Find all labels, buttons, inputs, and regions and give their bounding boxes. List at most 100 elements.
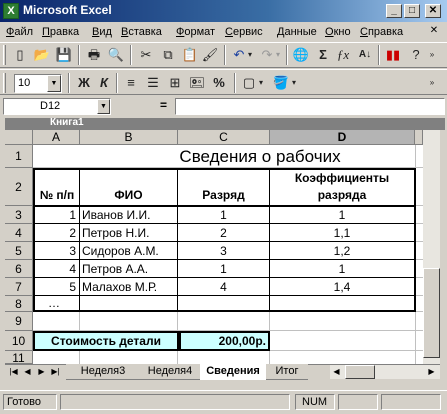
cell-coef[interactable]: 1,2	[270, 242, 414, 259]
cell-grade[interactable]: 1	[178, 260, 269, 277]
sheet-tab[interactable]: Итог	[266, 364, 308, 380]
cell-name[interactable]: Иванов И.И.	[82, 206, 177, 223]
header-grade[interactable]: Разряд	[178, 186, 269, 204]
percent-icon[interactable]: %	[208, 72, 230, 94]
cell-number[interactable]: 2	[35, 224, 76, 241]
row-header[interactable]: 11	[5, 351, 33, 365]
cell-name[interactable]: Петров Н.И.	[82, 224, 177, 241]
maximize-button[interactable]: □	[404, 4, 420, 18]
row-header[interactable]: 4	[5, 224, 33, 242]
redo-dropdown-icon[interactable]: ▾	[273, 44, 283, 66]
cell-grade[interactable]: 2	[178, 224, 269, 241]
sheet-tab[interactable]: Неделя3	[66, 364, 140, 380]
cell-grade[interactable]: 3	[178, 242, 269, 259]
borders-dropdown-icon[interactable]: ▾	[256, 72, 266, 94]
cost-label[interactable]: Стоимость детали	[36, 333, 176, 349]
excel-app-icon[interactable]: X	[3, 3, 19, 19]
cell-grade[interactable]: 1	[178, 206, 269, 223]
cell-coef[interactable]: 1	[270, 260, 414, 277]
column-header[interactable]: A	[33, 130, 80, 145]
hyperlink-icon[interactable]: 🌐	[290, 44, 312, 66]
menu-insert[interactable]: Вставка	[121, 25, 162, 40]
menu-data[interactable]: Данные	[277, 25, 317, 40]
menu-view[interactable]: Вид	[92, 25, 112, 40]
header-number[interactable]: № п/п	[35, 186, 79, 204]
align-left-icon[interactable]: ≡	[120, 72, 142, 94]
chart-wizard-icon[interactable]: ▮▮	[382, 44, 404, 66]
menu-file[interactable]: Файл	[6, 25, 33, 40]
close-workbook-icon[interactable]: ✕	[426, 23, 442, 39]
merge-center-icon[interactable]: ⊞	[164, 72, 186, 94]
column-header[interactable]: C	[178, 130, 270, 145]
minimize-button[interactable]: _	[386, 4, 402, 18]
chevron-down-icon[interactable]: ▼	[47, 75, 61, 92]
cell-name[interactable]: Малахов М.Р.	[82, 278, 177, 295]
row-header[interactable]: 3	[5, 206, 33, 224]
cell-number[interactable]: 1	[35, 206, 76, 223]
print-icon[interactable]: 🖶	[83, 44, 105, 66]
horizontal-scroll-thumb[interactable]	[345, 365, 375, 379]
next-sheet-icon[interactable]: ▶	[35, 365, 48, 379]
autosum-icon[interactable]: Σ	[312, 44, 334, 66]
cost-value[interactable]: 200,00р.	[182, 333, 266, 349]
scroll-left-icon[interactable]: ◀	[330, 365, 343, 379]
toolbar-options-icon[interactable]: »	[426, 44, 438, 66]
formula-input[interactable]	[175, 98, 445, 115]
row-header[interactable]: 2	[5, 168, 33, 206]
header-coef-line1[interactable]: Коэффициенты	[270, 170, 414, 186]
toolbar-grip[interactable]	[3, 73, 6, 93]
format-painter-icon[interactable]: 🖌	[199, 44, 221, 66]
row-header[interactable]: 7	[5, 278, 33, 296]
function-icon[interactable]: ƒx	[332, 44, 354, 66]
print-preview-icon[interactable]: 🔍	[105, 44, 127, 66]
first-sheet-icon[interactable]: |◀	[7, 365, 20, 379]
column-header[interactable]: D	[270, 130, 415, 145]
cell-name[interactable]: Петров А.А.	[82, 260, 177, 277]
header-name[interactable]: ФИО	[80, 186, 177, 204]
cut-icon[interactable]: ✂	[135, 44, 157, 66]
new-icon[interactable]: ▯	[9, 44, 31, 66]
undo-dropdown-icon[interactable]: ▾	[245, 44, 255, 66]
prev-sheet-icon[interactable]: ◀	[21, 365, 34, 379]
bold-icon[interactable]: Ж	[73, 72, 95, 94]
formula-equals[interactable]: =	[160, 98, 167, 112]
column-header[interactable]: B	[80, 130, 178, 145]
last-sheet-icon[interactable]: ▶|	[49, 365, 62, 379]
help-icon[interactable]: ?	[405, 44, 427, 66]
currency-icon[interactable]: 🖭	[186, 72, 208, 94]
paste-icon[interactable]: 📋	[179, 44, 201, 66]
row-header[interactable]: 6	[5, 260, 33, 278]
row-header[interactable]: 9	[5, 312, 33, 331]
row-header[interactable]: 1	[5, 145, 33, 168]
menu-format[interactable]: Формат	[176, 25, 215, 40]
sort-ascending-icon[interactable]: A↓	[354, 44, 376, 66]
toolbar-grip[interactable]	[3, 45, 6, 65]
italic-icon[interactable]: К	[93, 72, 115, 94]
sheet-tab[interactable]: Неделя4	[140, 364, 200, 380]
chevron-down-icon[interactable]: ▼	[97, 99, 110, 114]
row-header[interactable]: 10	[5, 331, 33, 351]
row-header[interactable]: 8	[5, 296, 33, 312]
menu-window[interactable]: Окно	[325, 25, 351, 40]
fill-color-dropdown-icon[interactable]: ▾	[289, 72, 299, 94]
toolbar-options-icon[interactable]: »	[426, 72, 438, 94]
cell-number[interactable]: 3	[35, 242, 76, 259]
cell-number[interactable]: 5	[35, 278, 76, 295]
menu-help[interactable]: Справка	[360, 25, 403, 40]
close-button[interactable]: ✕	[425, 4, 441, 18]
scroll-right-icon[interactable]: ▶	[425, 365, 438, 379]
vertical-scroll-thumb[interactable]	[423, 268, 440, 358]
cell-coef[interactable]: 1,1	[270, 224, 414, 241]
cell-ellipsis[interactable]: …	[48, 296, 78, 310]
cell-name[interactable]: Сидоров А.М.	[82, 242, 177, 259]
row-header[interactable]: 5	[5, 242, 33, 260]
column-header[interactable]	[415, 130, 423, 145]
menu-tools[interactable]: Сервис	[225, 25, 263, 40]
menu-edit[interactable]: Правка	[42, 25, 79, 40]
cell-coef[interactable]: 1	[270, 206, 414, 223]
open-icon[interactable]: 📂	[31, 44, 53, 66]
cell-coef[interactable]: 1,4	[270, 278, 414, 295]
cell-grade[interactable]: 4	[178, 278, 269, 295]
sheet-title[interactable]: Сведения о рабочих	[150, 146, 370, 168]
select-all-corner[interactable]	[5, 130, 33, 145]
